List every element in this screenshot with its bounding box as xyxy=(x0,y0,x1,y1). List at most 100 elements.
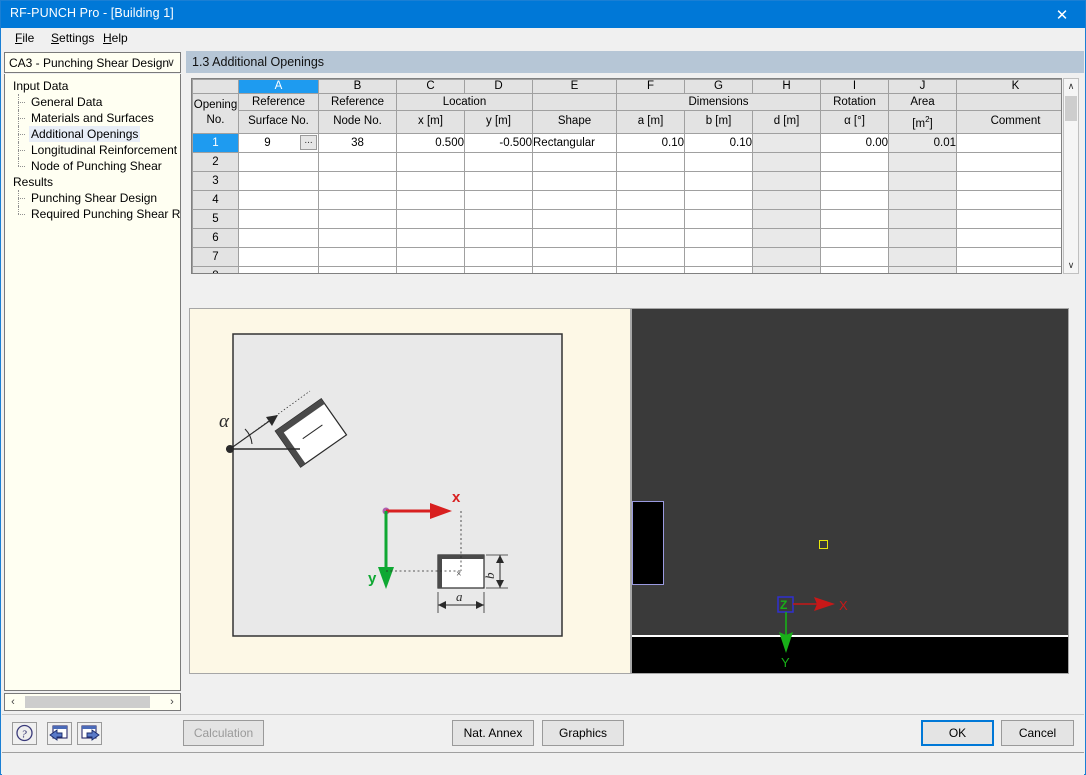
cell-I4[interactable] xyxy=(820,189,889,210)
tree-item-input-data[interactable]: Input Data xyxy=(5,78,180,94)
cell-F8[interactable] xyxy=(616,265,685,273)
cell-J3[interactable] xyxy=(888,170,957,191)
cell-B1[interactable]: 38 xyxy=(318,132,397,153)
cell-H8[interactable] xyxy=(752,265,821,273)
cell-H2[interactable] xyxy=(752,151,821,172)
cell-I1[interactable]: 0.00 xyxy=(820,132,889,153)
column-header-D[interactable]: D xyxy=(464,79,533,94)
cell-D5[interactable] xyxy=(464,208,533,229)
cell-A4[interactable] xyxy=(238,189,319,210)
cell-C7[interactable] xyxy=(396,246,465,267)
column-header-I[interactable]: I xyxy=(820,79,889,94)
cell-E2[interactable] xyxy=(532,151,617,172)
cell-D1[interactable]: -0.500 xyxy=(464,132,533,153)
cell-F7[interactable] xyxy=(616,246,685,267)
table-row[interactable]: 2 xyxy=(192,151,1061,172)
tree-item-materials-and-surfaces[interactable]: Materials and Surfaces xyxy=(5,110,180,126)
cell-C3[interactable] xyxy=(396,170,465,191)
cell-E1[interactable]: Rectangular xyxy=(532,132,617,153)
table-row[interactable]: 6 xyxy=(192,227,1061,248)
navigation-tree[interactable]: Input Data General Data Materials and Surf… xyxy=(4,74,181,691)
table-row[interactable]: 5 xyxy=(192,208,1061,229)
cell-A8[interactable] xyxy=(238,265,319,273)
cell-K8[interactable] xyxy=(956,265,1061,273)
cell-F2[interactable] xyxy=(616,151,685,172)
cell-C5[interactable] xyxy=(396,208,465,229)
column-header-H[interactable]: H xyxy=(752,79,821,94)
cell-A5[interactable] xyxy=(238,208,319,229)
cell-G7[interactable] xyxy=(684,246,753,267)
row-number[interactable]: 1 xyxy=(192,132,239,153)
cell-K5[interactable] xyxy=(956,208,1061,229)
row-number[interactable]: 3 xyxy=(192,170,239,191)
tree-item-longitudinal-reinforcement[interactable]: Longitudinal Reinforcement xyxy=(5,142,180,158)
cell-G1[interactable]: 0.10 xyxy=(684,132,753,153)
cell-C1[interactable]: 0.500 xyxy=(396,132,465,153)
cell-H3[interactable] xyxy=(752,170,821,191)
column-header-E[interactable]: E xyxy=(532,79,617,94)
cell-D7[interactable] xyxy=(464,246,533,267)
ok-button[interactable]: OK xyxy=(921,720,994,746)
cell-I3[interactable] xyxy=(820,170,889,191)
cell-C8[interactable] xyxy=(396,265,465,273)
cell-C2[interactable] xyxy=(396,151,465,172)
cell-G3[interactable] xyxy=(684,170,753,191)
cell-H6[interactable] xyxy=(752,227,821,248)
cell-editor[interactable]: 9... xyxy=(239,134,318,152)
cell-B3[interactable] xyxy=(318,170,397,191)
design-case-combo[interactable]: CA3 - Punching Shear Design ∨ xyxy=(4,52,181,73)
tree-item-node-of-punching-shear[interactable]: Node of Punching Shear xyxy=(5,158,180,174)
help-button[interactable]: ? xyxy=(12,722,37,745)
cell-I8[interactable] xyxy=(820,265,889,273)
cell-K3[interactable] xyxy=(956,170,1061,191)
cell-H4[interactable] xyxy=(752,189,821,210)
column-header-F[interactable]: F xyxy=(616,79,685,94)
table-row[interactable]: 8 xyxy=(192,265,1061,273)
cell-E8[interactable] xyxy=(532,265,617,273)
cell-B4[interactable] xyxy=(318,189,397,210)
cell-K1[interactable] xyxy=(956,132,1061,153)
cell-E5[interactable] xyxy=(532,208,617,229)
cell-C6[interactable] xyxy=(396,227,465,248)
cell-J1[interactable]: 0.01 xyxy=(888,132,957,153)
cell-I2[interactable] xyxy=(820,151,889,172)
row-number[interactable]: 2 xyxy=(192,151,239,172)
row-number[interactable]: 5 xyxy=(192,208,239,229)
cell-F5[interactable] xyxy=(616,208,685,229)
tree-item-additional-openings[interactable]: Additional Openings xyxy=(5,126,180,142)
calculation-button[interactable]: Calculation xyxy=(183,720,264,746)
cell-J5[interactable] xyxy=(888,208,957,229)
scroll-thumb[interactable] xyxy=(1065,96,1077,121)
table-row[interactable]: 1 9... 38 0.500 -0.500 Rectangular 0.10 0.10 0.0… xyxy=(192,132,1061,153)
tree-item-punching-shear-design[interactable]: Punching Shear Design xyxy=(5,190,180,206)
cell-H1[interactable] xyxy=(752,132,821,153)
tree-item-required-punching-shear-reinf[interactable]: Required Punching Shear Reinf xyxy=(5,206,180,222)
cell-J6[interactable] xyxy=(888,227,957,248)
cell-I5[interactable] xyxy=(820,208,889,229)
scroll-left-icon[interactable]: ‹ xyxy=(5,694,21,710)
cancel-button[interactable]: Cancel xyxy=(1001,720,1074,746)
tree-item-results[interactable]: Results xyxy=(5,174,180,190)
cell-J4[interactable] xyxy=(888,189,957,210)
cell-A2[interactable] xyxy=(238,151,319,172)
cell-F3[interactable] xyxy=(616,170,685,191)
cell-E4[interactable] xyxy=(532,189,617,210)
cell-A3[interactable] xyxy=(238,170,319,191)
column-header-B[interactable]: B xyxy=(318,79,397,94)
cell-E6[interactable] xyxy=(532,227,617,248)
table-row[interactable]: 3 xyxy=(192,170,1061,191)
cell-D6[interactable] xyxy=(464,227,533,248)
scroll-thumb[interactable] xyxy=(25,696,150,708)
cell-D2[interactable] xyxy=(464,151,533,172)
cell-J2[interactable] xyxy=(888,151,957,172)
cell-A6[interactable] xyxy=(238,227,319,248)
cell-G2[interactable] xyxy=(684,151,753,172)
cell-D3[interactable] xyxy=(464,170,533,191)
tree-horizontal-scrollbar[interactable]: ‹ › xyxy=(4,693,181,711)
tree-item-general-data[interactable]: General Data xyxy=(5,94,180,110)
cell-G5[interactable] xyxy=(684,208,753,229)
cell-K2[interactable] xyxy=(956,151,1061,172)
cell-D8[interactable] xyxy=(464,265,533,273)
column-header-K[interactable]: K xyxy=(956,79,1061,94)
cell-D4[interactable] xyxy=(464,189,533,210)
